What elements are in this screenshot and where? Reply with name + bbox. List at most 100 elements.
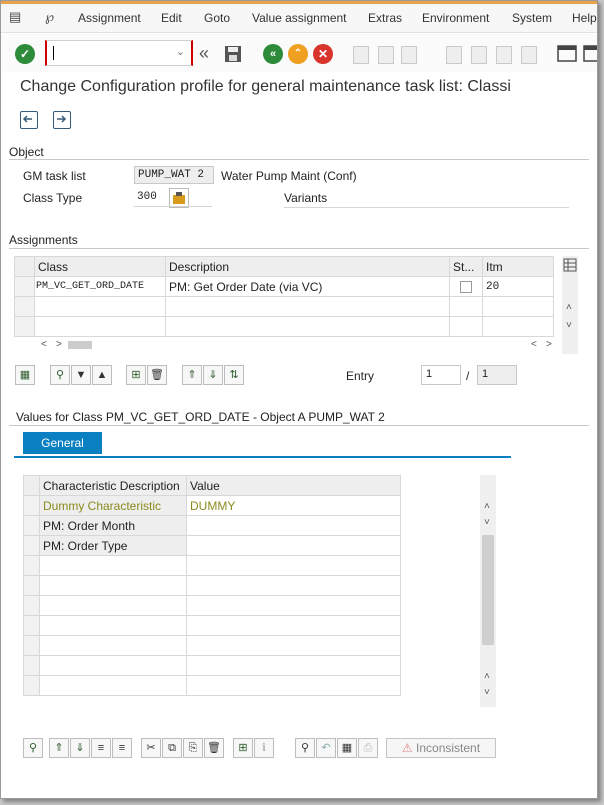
entry-label: Entry (346, 369, 375, 383)
back-icon[interactable]: « (263, 44, 283, 64)
column-header-status[interactable]: St... (449, 256, 483, 277)
object-group-title: Object (9, 145, 44, 159)
table-icon[interactable]: ▦ (337, 738, 357, 758)
copy-icon[interactable]: ⧉ (162, 738, 182, 758)
row-selector-header[interactable] (23, 475, 40, 496)
entry-current-field[interactable]: 1 (421, 365, 461, 385)
class-type-value-help-icon[interactable] (169, 188, 189, 208)
delete-icon[interactable]: 🗑 (204, 738, 224, 758)
pin-icon[interactable]: ℘ (45, 10, 63, 24)
column-header-characteristic[interactable]: Characteristic Description (39, 475, 187, 496)
exit-icon[interactable]: ⌃ (288, 44, 308, 64)
value-cell[interactable]: DUMMY (186, 495, 401, 516)
table-row[interactable]: PM: Order Month (23, 515, 401, 536)
assignments-horizontal-scrollbar-right[interactable]: < > (526, 338, 556, 352)
move-down-icon[interactable]: ▼ (71, 365, 91, 385)
menu-environment[interactable]: Environment (422, 11, 489, 25)
row-selector[interactable] (23, 535, 40, 556)
table-row[interactable] (14, 296, 554, 317)
inconsistent-button[interactable]: ⚠ Inconsistent (386, 738, 496, 758)
class-type-field[interactable]: 300 (137, 191, 157, 203)
choose-class-icon[interactable]: ▦ (15, 365, 35, 385)
previous-object-icon[interactable] (20, 111, 38, 129)
characteristic-cell[interactable]: PM: Order Month (39, 515, 187, 536)
cancel-icon[interactable]: ✕ (313, 44, 333, 64)
description-cell[interactable]: PM: Get Order Date (via VC) (165, 276, 450, 297)
menu-assignment[interactable]: Assignment (78, 11, 141, 25)
sort-ascending-icon[interactable]: ⇑ (182, 365, 202, 385)
scroll-up-icon[interactable]: ˄ (484, 501, 490, 512)
scroll-left-icon-2[interactable]: < (531, 339, 537, 350)
class-cell[interactable]: PM_VC_GET_ORD_DATE (34, 276, 166, 297)
status-cell[interactable] (449, 276, 483, 297)
layout-menu-icon[interactable] (583, 44, 597, 64)
scroll-down-icon[interactable]: ˅ (566, 320, 572, 331)
insert-row-icon[interactable]: ⊞ (233, 738, 253, 758)
scroll-thumb[interactable] (68, 341, 92, 349)
sort-descending-icon[interactable]: ⇓ (70, 738, 90, 758)
menu-goto[interactable]: Goto (204, 11, 230, 25)
insert-row-icon[interactable]: ⊞ (126, 365, 146, 385)
scroll-right-icon-2[interactable]: > (546, 339, 552, 350)
sort-descending-icon[interactable]: ⇓ (203, 365, 223, 385)
column-header-value[interactable]: Value (186, 475, 401, 496)
characteristic-cell[interactable]: Dummy Characteristic (39, 495, 187, 516)
sap-menu-icon[interactable]: ▤ (9, 10, 27, 24)
delete-row-icon[interactable]: 🗑 (147, 365, 167, 385)
move-up-icon[interactable]: ▲ (92, 365, 112, 385)
cut-icon[interactable]: ✂ (141, 738, 161, 758)
find-icon[interactable]: ⚲ (295, 738, 315, 758)
scroll-right-icon[interactable]: > (56, 339, 62, 350)
next-object-icon[interactable] (53, 111, 71, 129)
command-field[interactable]: ⌄ (45, 40, 193, 66)
menu-system[interactable]: System (512, 11, 552, 25)
scroll-up-icon[interactable]: ˄ (566, 302, 572, 313)
menu-value-assignment[interactable]: Value assignment (252, 11, 347, 25)
sort-icon[interactable]: ⇅ (224, 365, 244, 385)
last-page-icon (521, 46, 537, 64)
row-selector[interactable] (23, 515, 40, 536)
table-row[interactable]: PM_VC_GET_ORD_DATE PM: Get Order Date (v… (14, 276, 554, 297)
assignments-horizontal-scrollbar-left[interactable]: < > (14, 338, 94, 352)
collapse-icon[interactable]: « (199, 44, 219, 64)
column-header-class[interactable]: Class (34, 256, 166, 277)
save-icon[interactable] (223, 44, 243, 64)
table-row[interactable]: PM: Order Type (23, 535, 401, 556)
scroll-thumb[interactable] (482, 535, 494, 645)
paste-icon[interactable]: ⎘ (183, 738, 203, 758)
menu-help[interactable]: Help (572, 11, 597, 25)
new-session-icon[interactable] (557, 44, 577, 64)
enter-check-icon[interactable]: ✓ (15, 44, 35, 64)
menu-edit[interactable]: Edit (161, 11, 182, 25)
chevron-down-icon[interactable]: ⌄ (176, 45, 185, 58)
status-checkbox[interactable] (460, 281, 472, 294)
row-selector-header[interactable] (14, 256, 35, 277)
column-settings-icon[interactable] (562, 257, 578, 273)
item-cell[interactable]: 20 (482, 276, 554, 297)
print-icon (353, 46, 369, 64)
row-selector[interactable] (23, 495, 40, 516)
table-row[interactable] (14, 316, 554, 337)
column-header-description[interactable]: Description (165, 256, 450, 277)
filter-icon[interactable]: ≡ (91, 738, 111, 758)
scroll-left-icon[interactable]: < (41, 339, 47, 350)
table-row[interactable]: Dummy Characteristic DUMMY (23, 495, 401, 516)
info-icon: ℹ (254, 738, 274, 758)
menu-extras[interactable]: Extras (368, 11, 402, 25)
scroll-down-icon-2[interactable]: ˅ (484, 687, 490, 698)
sort-ascending-icon[interactable]: ⇑ (49, 738, 69, 758)
tab-general[interactable]: General (23, 432, 102, 454)
value-cell[interactable] (186, 535, 401, 556)
subtotal-icon[interactable]: ≡ (112, 738, 132, 758)
assignments-vertical-scrollbar[interactable]: ˄ ˅ (562, 256, 578, 354)
scroll-down-icon[interactable]: ˅ (484, 517, 490, 528)
characteristic-cell[interactable]: PM: Order Type (39, 535, 187, 556)
scroll-up-icon-2[interactable]: ˄ (484, 671, 490, 682)
undo-icon[interactable]: ↶ (316, 738, 336, 758)
details-icon[interactable]: ⚲ (50, 365, 70, 385)
details-icon[interactable]: ⚲ (23, 738, 43, 758)
characteristics-vertical-scrollbar[interactable]: ˄ ˅ ˄ ˅ (480, 475, 496, 707)
row-selector[interactable] (14, 276, 35, 297)
column-header-item[interactable]: Itm (482, 256, 554, 277)
value-cell[interactable] (186, 515, 401, 536)
